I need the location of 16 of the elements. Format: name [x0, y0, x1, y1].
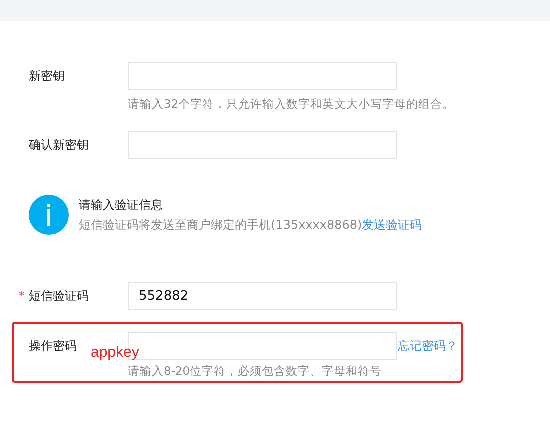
sms-code-input[interactable]: 552882 — [128, 282, 397, 310]
field-hint: 请输入8-20位字符，必须包含数字、字母和符号 — [128, 364, 384, 379]
send-code-link[interactable]: 发送验证码 — [362, 216, 422, 234]
info-icon — [29, 195, 69, 235]
required-mark: * — [19, 289, 25, 303]
field-label: 短信验证码 — [29, 288, 89, 304]
info-title: 请输入验证信息 — [79, 196, 164, 214]
field-label: 新密钥 — [29, 68, 65, 84]
forgot-password-link[interactable]: 忘记密码？ — [398, 338, 458, 354]
field-hint: 请输入32个字符，只允许输入数字和英文大小写字母的组合。 — [128, 97, 456, 112]
key-input[interactable] — [128, 62, 397, 90]
annotation-text: appkey — [91, 344, 140, 361]
field-label: 操作密码 — [29, 338, 77, 354]
info-text: 短信验证码将发送至商户绑定的手机(135xxxx8868) — [79, 216, 362, 234]
field-label: 确认新密钥 — [29, 136, 89, 154]
key-input[interactable] — [128, 131, 397, 159]
